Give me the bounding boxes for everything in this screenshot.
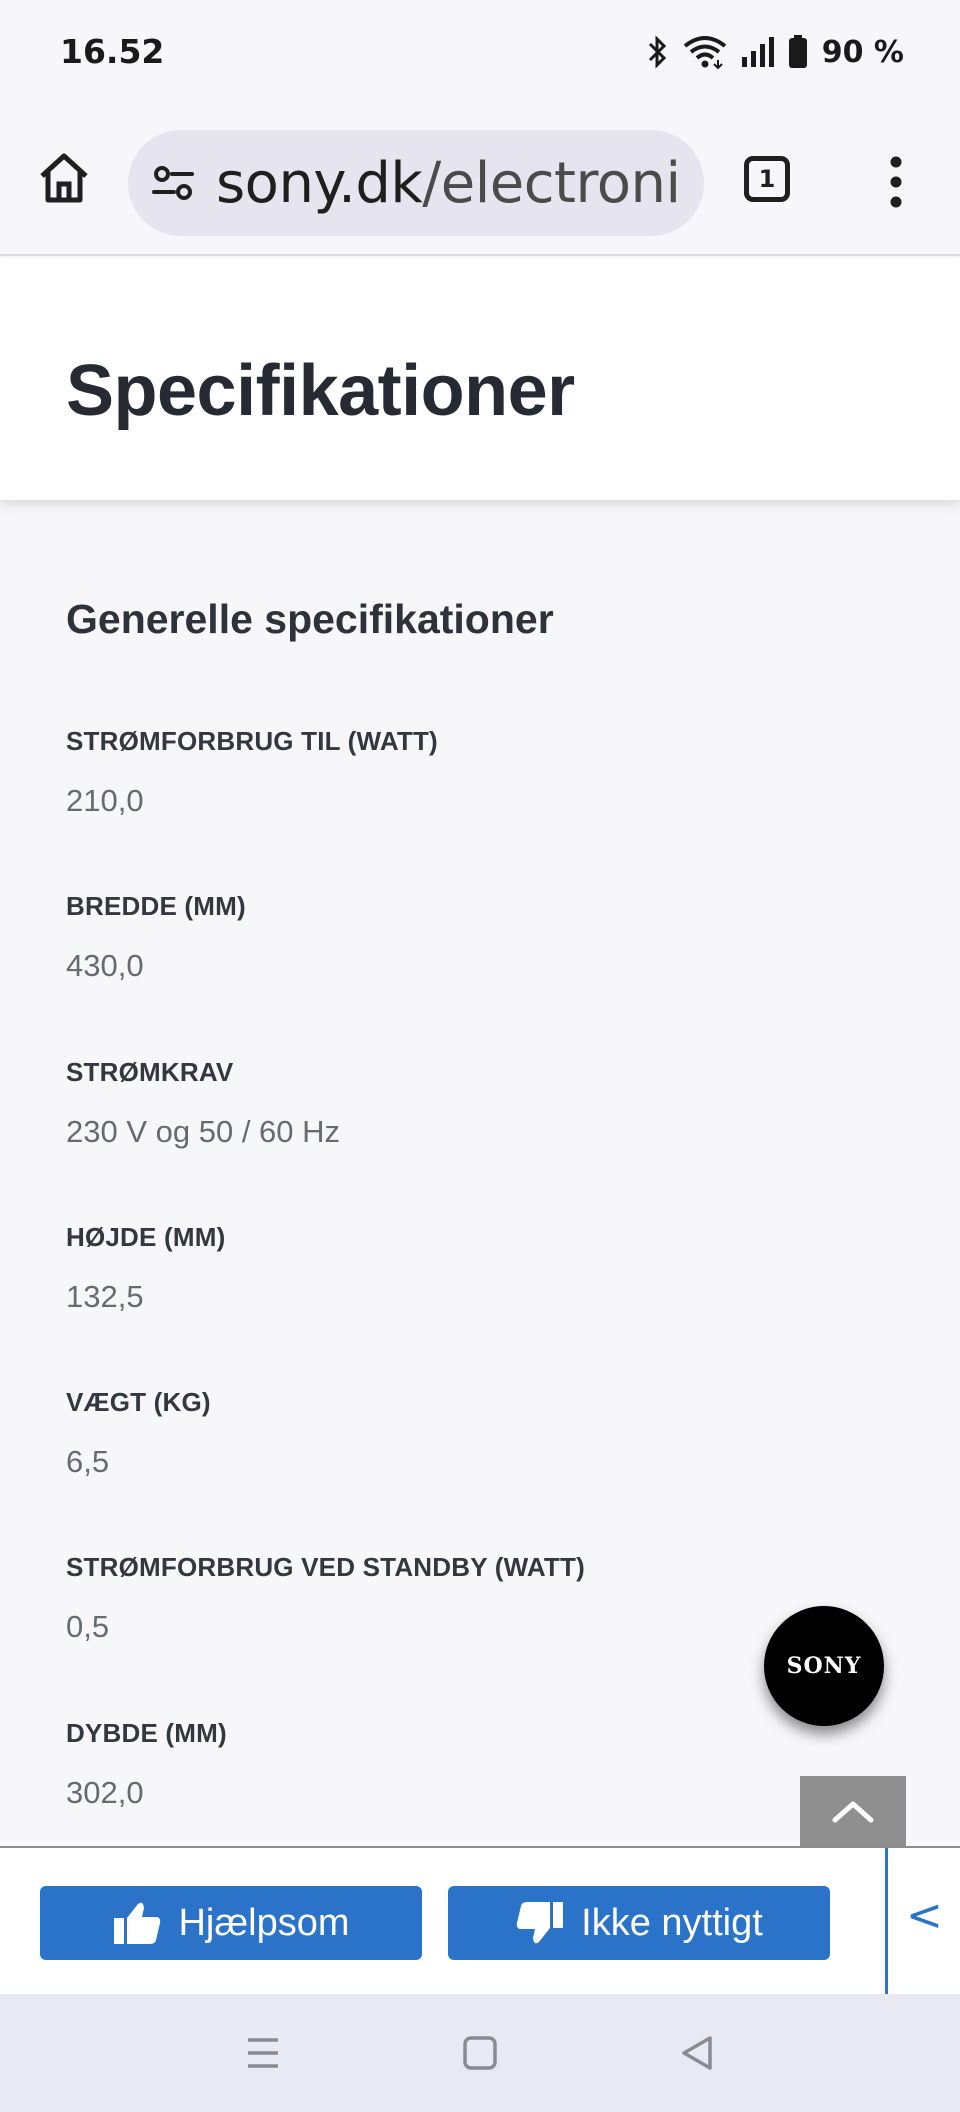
url-path: /electroni xyxy=(422,150,681,216)
feedback-bar: Hjælpsom Ikke nyttigt < xyxy=(0,1846,960,1996)
spec-value: 210,0 xyxy=(66,783,144,818)
square-icon xyxy=(463,2036,497,2070)
thumbs-up-icon xyxy=(114,1902,161,1944)
sony-chat-button[interactable]: SONY xyxy=(764,1606,884,1726)
back-nav-button[interactable] xyxy=(674,2030,720,2076)
url-text: sony.dk/electroni xyxy=(216,151,681,216)
spec-list: STRØMFORBRUG TIL (WATT) 210,0 BREDDE (MM… xyxy=(66,724,866,1846)
feedback-collapse-button[interactable]: < xyxy=(906,1890,943,1941)
spec-item: BREDDE (MM) 430,0 xyxy=(66,889,866,1054)
spec-item: DYBDE (MM) 302,0 xyxy=(66,1716,866,1846)
not-helpful-label: Ikke nyttigt xyxy=(581,1901,763,1944)
spec-item: HØJDE (MM) 132,5 xyxy=(66,1220,866,1385)
spec-label: STRØMFORBRUG TIL (WATT) xyxy=(66,726,438,756)
page-header: Specifikationer xyxy=(0,258,960,500)
spec-label: BREDDE (MM) xyxy=(66,891,246,922)
bluetooth-icon xyxy=(646,34,670,70)
spec-label: STRØMFORBRUG VED STANDBY (WATT) xyxy=(66,1552,585,1583)
address-bar[interactable]: sony.dk/electroni xyxy=(128,130,704,236)
spec-value: 0,5 xyxy=(66,1609,110,1645)
browser-toolbar: sony.dk/electroni 1 xyxy=(0,104,960,256)
feedback-divider xyxy=(885,1848,888,1996)
battery-icon xyxy=(788,35,808,69)
spec-label: STRØMKRAV xyxy=(66,1056,234,1087)
spec-label: HØJDE (MM) xyxy=(66,1221,226,1252)
spec-value: 302,0 xyxy=(66,1774,144,1810)
home-icon xyxy=(40,153,88,203)
recent-apps-button[interactable] xyxy=(240,2030,286,2076)
page-title: Specifikationer xyxy=(66,351,575,431)
helpful-button[interactable]: Hjælpsom xyxy=(40,1886,422,1960)
not-helpful-button[interactable]: Ikke nyttigt xyxy=(448,1886,830,1960)
thumbs-down-icon xyxy=(516,1902,564,1944)
battery-level: 90 % xyxy=(821,34,904,70)
spec-item: STRØMFORBRUG TIL (WATT) 210,0 xyxy=(66,724,866,889)
signal-icon xyxy=(740,35,776,69)
spec-label: VÆGT (KG) xyxy=(66,1387,211,1418)
home-button[interactable] xyxy=(36,150,92,206)
system-nav-bar xyxy=(0,1994,960,2112)
browser-menu-button[interactable] xyxy=(876,152,916,212)
back-triangle-icon xyxy=(682,2036,712,2070)
spec-item: STRØMKRAV 230 V og 50 / 60 Hz xyxy=(66,1055,866,1220)
sony-logo: SONY xyxy=(786,1653,862,1679)
menu-lines-icon xyxy=(248,2038,278,2068)
spec-value: 230 V og 50 / 60 Hz xyxy=(66,1113,341,1149)
spec-item: VÆGT (KG) 6,5 xyxy=(66,1385,866,1550)
spec-label: DYBDE (MM) xyxy=(66,1717,227,1748)
back-to-top-button[interactable] xyxy=(800,1776,906,1846)
section-title: Generelle specifikationer xyxy=(66,596,554,642)
home-nav-button[interactable] xyxy=(457,2030,503,2076)
helpful-label: Hjælpsom xyxy=(178,1901,350,1944)
tab-count: 1 xyxy=(744,156,790,202)
spec-value: 132,5 xyxy=(66,1278,144,1314)
status-time: 16.52 xyxy=(60,32,165,71)
spec-item: STRØMFORBRUG VED STANDBY (WATT) 0,5 xyxy=(66,1550,866,1715)
url-domain: sony.dk xyxy=(216,150,423,216)
status-bar: 16.52 90 % xyxy=(0,0,960,104)
status-icons: 90 % xyxy=(646,30,904,74)
chevron-up-icon xyxy=(832,1801,874,1823)
tab-switcher-button[interactable]: 1 xyxy=(744,156,794,206)
site-settings-icon[interactable] xyxy=(150,160,196,206)
spec-value: 6,5 xyxy=(66,1444,110,1480)
more-vert-icon xyxy=(890,156,902,208)
wifi-icon xyxy=(682,34,728,70)
spec-value: 430,0 xyxy=(66,948,144,984)
